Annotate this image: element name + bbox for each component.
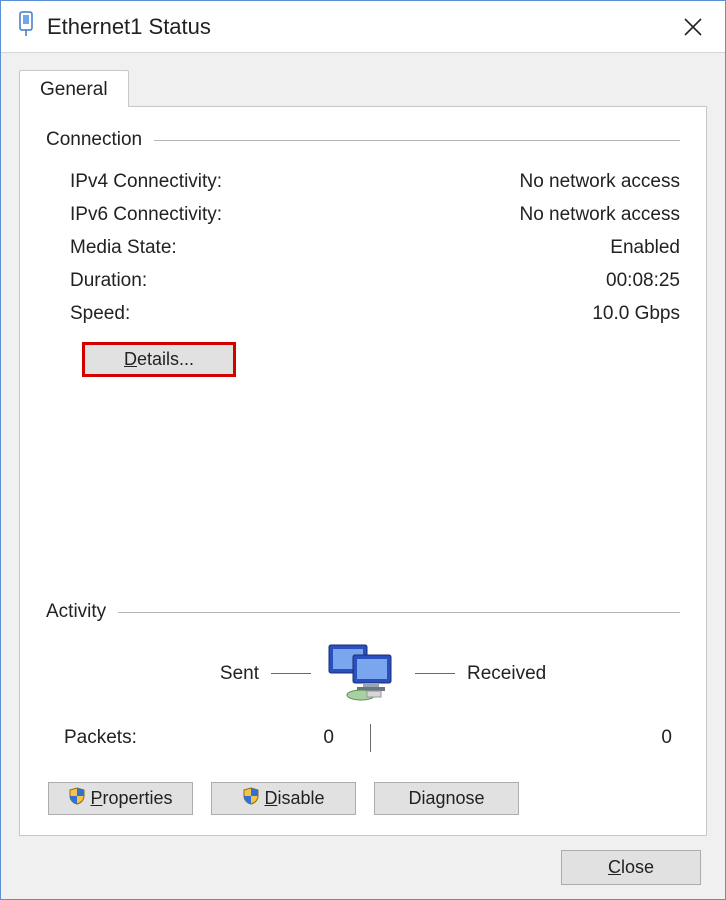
window-title: Ethernet1 Status [47, 14, 669, 40]
speed-row: Speed: 10.0 Gbps [46, 299, 680, 332]
dash-icon [415, 673, 455, 674]
close-button[interactable]: Close [561, 850, 701, 885]
received-label: Received [467, 663, 607, 685]
ipv4-row: IPv4 Connectivity: No network access [46, 167, 680, 200]
details-button[interactable]: Details... [84, 344, 234, 375]
packets-sent-value: 0 [194, 727, 334, 749]
duration-value: 00:08:25 [606, 270, 680, 292]
ethernet-status-window: Ethernet1 Status General Connection IPv4… [0, 0, 726, 900]
network-computers-icon [323, 639, 403, 708]
group-rule [154, 140, 680, 141]
action-button-row: Properties Disable Diagnose [46, 776, 680, 815]
dash-icon [271, 673, 311, 674]
separator [370, 724, 371, 752]
client-area: General Connection IPv4 Connectivity: No… [1, 53, 725, 899]
ipv6-value: No network access [519, 204, 680, 226]
properties-button[interactable]: Properties [48, 782, 193, 815]
packets-received-value: 0 [401, 727, 680, 749]
activity-group-title: Activity [46, 601, 118, 623]
disable-button[interactable]: Disable [211, 782, 356, 815]
connection-group: Connection IPv4 Connectivity: No network… [46, 129, 680, 381]
duration-label: Duration: [70, 270, 147, 292]
speed-value: 10.0 Gbps [592, 303, 680, 325]
ipv6-label: IPv6 Connectivity: [70, 204, 222, 226]
duration-row: Duration: 00:08:25 [46, 266, 680, 299]
speed-label: Speed: [70, 303, 130, 325]
activity-group: Activity Sent [46, 601, 680, 752]
packets-label: Packets: [64, 727, 194, 749]
connection-group-title: Connection [46, 129, 154, 151]
group-rule [118, 612, 680, 613]
media-state-label: Media State: [70, 237, 177, 259]
packets-row: Packets: 0 0 [46, 716, 680, 752]
shield-icon [242, 787, 260, 810]
ipv6-row: IPv6 Connectivity: No network access [46, 200, 680, 233]
ethernet-icon [17, 11, 35, 42]
tabpanel-general: Connection IPv4 Connectivity: No network… [19, 106, 707, 836]
dialog-footer: Close [19, 836, 707, 885]
media-state-row: Media State: Enabled [46, 233, 680, 266]
tabstrip: General [19, 69, 707, 106]
ipv4-value: No network access [519, 171, 680, 193]
tab-general[interactable]: General [19, 70, 129, 107]
activity-icon-row: Sent [46, 639, 680, 708]
shield-icon [68, 787, 86, 810]
close-icon[interactable] [669, 3, 717, 51]
media-state-value: Enabled [610, 237, 680, 259]
diagnose-button[interactable]: Diagnose [374, 782, 519, 815]
ipv4-label: IPv4 Connectivity: [70, 171, 222, 193]
sent-label: Sent [119, 663, 259, 685]
titlebar: Ethernet1 Status [1, 1, 725, 53]
